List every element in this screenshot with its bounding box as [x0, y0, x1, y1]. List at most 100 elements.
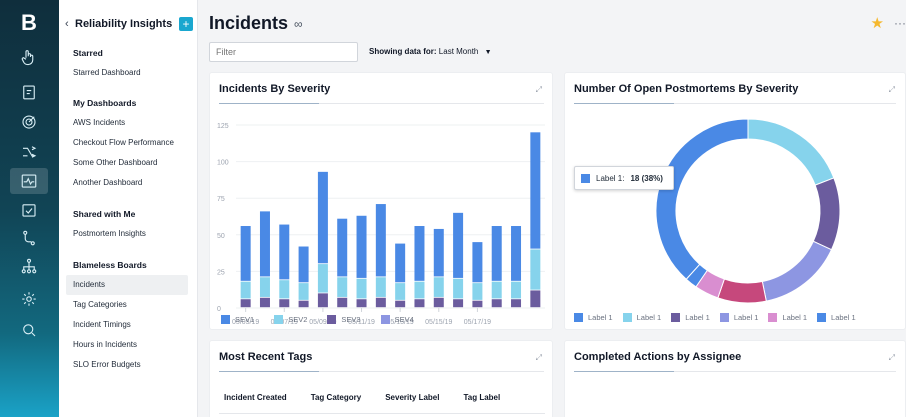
- legend-item[interactable]: Label 1: [574, 313, 613, 322]
- bar-segment[interactable]: [375, 204, 386, 277]
- bar-segment[interactable]: [433, 297, 444, 308]
- network-icon[interactable]: [17, 254, 41, 278]
- star-icon[interactable]: ★: [871, 14, 884, 32]
- bar-segment[interactable]: [414, 299, 425, 308]
- sidebar-item-slo-error-budgets[interactable]: SLO Error Budgets: [66, 355, 188, 375]
- bar-segment[interactable]: [395, 300, 406, 308]
- bar-segment[interactable]: [317, 171, 328, 264]
- sidebar-item-aws-incidents[interactable]: AWS Incidents: [66, 113, 188, 133]
- bar-segment[interactable]: [511, 281, 522, 299]
- sidebar-item-hours-in-incidents[interactable]: Hours in Incidents: [66, 335, 188, 355]
- donut-slice[interactable]: [747, 118, 835, 186]
- expand-icon[interactable]: ⤢: [889, 85, 895, 95]
- bar-segment[interactable]: [279, 224, 290, 280]
- target-icon[interactable]: [17, 110, 41, 134]
- bar-segment[interactable]: [530, 249, 541, 290]
- bar-segment[interactable]: [395, 283, 406, 300]
- sidebar-item-some-other-dashboard[interactable]: Some Other Dashboard: [66, 153, 188, 173]
- bar-segment[interactable]: [453, 212, 464, 278]
- column-header[interactable]: Severity Label: [385, 393, 439, 402]
- expand-icon[interactable]: ⤢: [889, 353, 895, 363]
- bar-segment[interactable]: [279, 299, 290, 308]
- bar-segment[interactable]: [259, 211, 270, 277]
- bar-segment[interactable]: [530, 290, 541, 308]
- bar-segment[interactable]: [511, 299, 522, 308]
- bar-segment[interactable]: [491, 281, 502, 299]
- bar-segment[interactable]: [240, 281, 251, 299]
- bar-segment[interactable]: [395, 243, 406, 283]
- bar-segment[interactable]: [453, 299, 464, 308]
- legend-item[interactable]: SEV4: [380, 315, 414, 324]
- bar-segment[interactable]: [414, 226, 425, 281]
- activity-icon[interactable]: [10, 168, 48, 194]
- legend-item[interactable]: Label 1: [671, 313, 710, 322]
- bar-segment[interactable]: [259, 297, 270, 308]
- bar-segment[interactable]: [433, 228, 444, 277]
- bar-segment[interactable]: [375, 277, 386, 297]
- checkbox-icon[interactable]: [17, 198, 41, 222]
- sidebar-item-starred-dashboard[interactable]: Starred Dashboard: [66, 63, 188, 83]
- bar-segment[interactable]: [511, 226, 522, 281]
- bar-segment[interactable]: [337, 277, 348, 297]
- column-header[interactable]: Tag Label: [463, 393, 500, 402]
- clipboard-icon[interactable]: [17, 80, 41, 104]
- settings-icon[interactable]: [17, 287, 41, 311]
- date-range-selector[interactable]: Showing data for: Last Month ▼: [369, 47, 492, 56]
- bar-segment[interactable]: [279, 280, 290, 299]
- expand-icon[interactable]: ⤢: [536, 85, 542, 95]
- bar-segment[interactable]: [240, 226, 251, 281]
- search-icon[interactable]: [17, 318, 41, 342]
- glasses-icon[interactable]: ∞: [294, 17, 303, 31]
- legend-item[interactable]: Label 1: [622, 313, 661, 322]
- bar-segment[interactable]: [298, 246, 309, 283]
- sidebar-item-incident-timings[interactable]: Incident Timings: [66, 315, 188, 335]
- merge-icon[interactable]: [17, 140, 41, 164]
- bar-segment[interactable]: [453, 278, 464, 299]
- legend-item[interactable]: SEV1: [221, 315, 254, 324]
- filter-input[interactable]: [209, 42, 358, 62]
- bar-segment[interactable]: [433, 277, 444, 297]
- column-header[interactable]: Tag Category: [311, 393, 362, 402]
- bar-segment[interactable]: [259, 277, 270, 297]
- sidebar-item-checkout-flow[interactable]: Checkout Flow Performance: [66, 133, 188, 153]
- sidebar-item-incidents[interactable]: Incidents: [66, 275, 188, 295]
- bar-segment[interactable]: [491, 299, 502, 308]
- bar-segment[interactable]: [356, 299, 367, 308]
- donut-slice[interactable]: [812, 177, 841, 251]
- bar-segment[interactable]: [375, 297, 386, 308]
- sidebar-item-postmortem-insights[interactable]: Postmortem Insights: [66, 224, 188, 244]
- expand-icon[interactable]: ⤢: [536, 353, 542, 363]
- bar-segment[interactable]: [317, 293, 328, 308]
- sidebar-item-another-dashboard[interactable]: Another Dashboard: [66, 173, 188, 193]
- bar-segment[interactable]: [472, 283, 483, 300]
- bar-segment[interactable]: [414, 281, 425, 299]
- bar-segment[interactable]: [337, 218, 348, 277]
- bar-segment[interactable]: [530, 132, 541, 249]
- bar-segment[interactable]: [298, 283, 309, 300]
- git-icon[interactable]: [17, 226, 41, 250]
- legend-item[interactable]: SEV2: [274, 315, 307, 324]
- bar-segment[interactable]: [472, 300, 483, 308]
- chevron-left-icon[interactable]: ‹: [65, 18, 75, 30]
- donut-slice[interactable]: [761, 240, 833, 302]
- legend-item[interactable]: Label 1: [719, 313, 758, 322]
- donut-slice[interactable]: [655, 118, 749, 280]
- add-dashboard-button[interactable]: +: [179, 17, 193, 31]
- bar-segment[interactable]: [356, 278, 367, 299]
- bar-segment[interactable]: [317, 264, 328, 293]
- legend-item[interactable]: SEV3: [327, 315, 361, 324]
- bar-segment[interactable]: [337, 297, 348, 308]
- legend-item[interactable]: Label 1: [817, 313, 856, 322]
- bar-segment[interactable]: [472, 242, 483, 283]
- more-icon[interactable]: ···: [894, 16, 906, 30]
- bar-segment[interactable]: [298, 300, 309, 308]
- bar-segment[interactable]: [240, 299, 251, 308]
- bar-segment[interactable]: [491, 226, 502, 281]
- sidebar-item-tag-categories[interactable]: Tag Categories: [66, 295, 188, 315]
- blameless-logo[interactable]: B: [20, 10, 38, 36]
- bar-segment[interactable]: [356, 215, 367, 278]
- donut-slice[interactable]: [717, 278, 767, 304]
- hand-icon[interactable]: [17, 45, 41, 69]
- legend-item[interactable]: Label 1: [768, 313, 807, 322]
- column-header[interactable]: Incident Created: [224, 393, 287, 402]
